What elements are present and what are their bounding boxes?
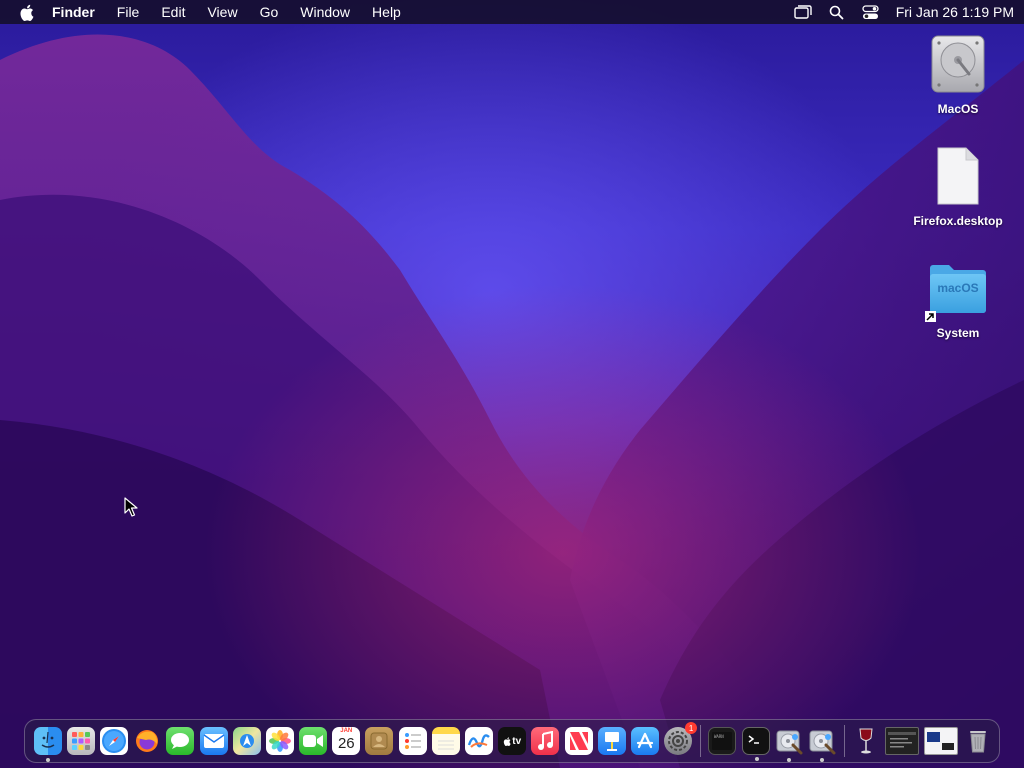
alias-arrow-icon (925, 311, 936, 322)
dock-keynote[interactable] (597, 727, 626, 755)
dock-notes[interactable] (431, 727, 460, 755)
dock: JAN 26 tv 1 WARN (24, 719, 1000, 763)
dock-maps[interactable] (232, 727, 261, 755)
console-icon: WARN (712, 732, 733, 750)
running-indicator (786, 758, 791, 762)
notification-badge: 1 (685, 722, 698, 734)
desktop-icon-label: MacOS (937, 102, 979, 116)
music-icon (538, 731, 554, 750)
document-file-icon (926, 144, 990, 208)
disk-utility-icon (809, 730, 836, 755)
freeform-icon (467, 734, 490, 748)
mail-icon (203, 734, 224, 748)
apple-tv-label: tv (512, 735, 522, 747)
dock-reminders[interactable] (398, 727, 427, 755)
dock-contacts[interactable] (365, 727, 394, 755)
hard-drive-icon (926, 32, 990, 96)
apple-logo-icon[interactable] (14, 0, 38, 24)
wine-glass-icon (859, 728, 873, 754)
menu-go[interactable]: Go (260, 0, 279, 24)
desktop-icon-macos-drive[interactable]: MacOS (903, 32, 1013, 116)
dock-wine[interactable] (852, 727, 880, 755)
dock-finder[interactable] (33, 727, 62, 762)
dock-app-store[interactable] (630, 727, 659, 755)
desktop-wallpaper (0, 0, 1024, 768)
dock-calendar[interactable]: JAN 26 (332, 727, 361, 755)
mouse-cursor-icon (124, 497, 138, 517)
desktop-icon-firefox-desktop[interactable]: Firefox.desktop (903, 144, 1013, 228)
running-indicator (819, 758, 824, 762)
menu-app-finder[interactable]: Finder (52, 0, 95, 24)
apple-tv-icon: tv (503, 736, 521, 747)
dock-firefox[interactable] (133, 727, 161, 755)
dock-safari[interactable] (99, 727, 128, 755)
desktop-icon-system-folder[interactable]: macOS System (903, 256, 1013, 340)
running-indicator (754, 757, 759, 761)
menu-bar: Finder File Edit View Go Window Help Fri… (0, 0, 1024, 24)
desktop-icon-label: System (936, 326, 980, 340)
maps-icon (239, 734, 254, 748)
trash-icon (969, 731, 986, 753)
app-store-icon (636, 732, 654, 749)
dock-disk-utility-2[interactable] (808, 727, 836, 762)
menu-file[interactable]: File (117, 0, 140, 24)
facetime-icon (303, 735, 324, 747)
running-indicator (45, 758, 50, 762)
dock-mail[interactable] (199, 727, 228, 755)
keynote-icon (604, 732, 619, 751)
dock-minimized-window-2[interactable] (924, 727, 959, 755)
system-settings-icon (668, 731, 689, 751)
svg-text:WARN: WARN (714, 734, 724, 739)
dock-system-settings[interactable]: 1 (664, 722, 698, 755)
terminal-icon (748, 735, 759, 744)
menu-edit[interactable]: Edit (161, 0, 185, 24)
control-center-icon[interactable] (860, 1, 882, 23)
minimized-window-icon (927, 732, 955, 750)
launchpad-icon (71, 732, 90, 750)
news-icon (569, 732, 588, 750)
dock-disk-utility-1[interactable] (775, 727, 803, 762)
dock-launchpad[interactable] (66, 727, 95, 755)
folder-alias-icon: macOS (925, 256, 990, 322)
reminders-icon (404, 733, 421, 749)
minimized-window-icon (888, 732, 917, 748)
menu-window[interactable]: Window (300, 0, 350, 24)
calendar-day: 26 (337, 735, 355, 752)
screen-mirroring-icon[interactable] (792, 1, 814, 23)
calendar-month: JAN (340, 728, 353, 734)
safari-icon (101, 729, 126, 753)
disk-utility-icon (776, 730, 803, 755)
dock-facetime[interactable] (299, 727, 328, 755)
photos-icon (268, 730, 291, 752)
dock-apple-tv[interactable]: tv (498, 727, 527, 755)
menu-help[interactable]: Help (372, 0, 401, 24)
dock-messages[interactable] (166, 727, 195, 755)
dock-minimized-window-1[interactable] (885, 727, 920, 755)
dock-separator (843, 725, 845, 757)
dock-news[interactable] (564, 727, 593, 755)
dock-freeform[interactable] (465, 727, 494, 755)
dock-console[interactable]: WARN (708, 727, 737, 755)
dock-music[interactable] (531, 727, 560, 755)
desktop-icon-label: Firefox.desktop (913, 214, 1003, 228)
dock-terminal[interactable] (741, 727, 770, 761)
dock-photos[interactable] (265, 727, 294, 755)
messages-icon (171, 733, 190, 749)
dock-trash[interactable] (964, 727, 992, 755)
folder-label-text: macOS (937, 281, 979, 295)
spotlight-search-icon[interactable] (826, 1, 848, 23)
contacts-icon (370, 732, 388, 750)
dock-separator (699, 725, 701, 757)
notes-icon (437, 740, 454, 750)
finder-icon (41, 731, 55, 748)
menubar-clock[interactable]: Fri Jan 26 1:19 PM (896, 4, 1014, 20)
firefox-icon (136, 730, 159, 752)
menu-view[interactable]: View (207, 0, 237, 24)
